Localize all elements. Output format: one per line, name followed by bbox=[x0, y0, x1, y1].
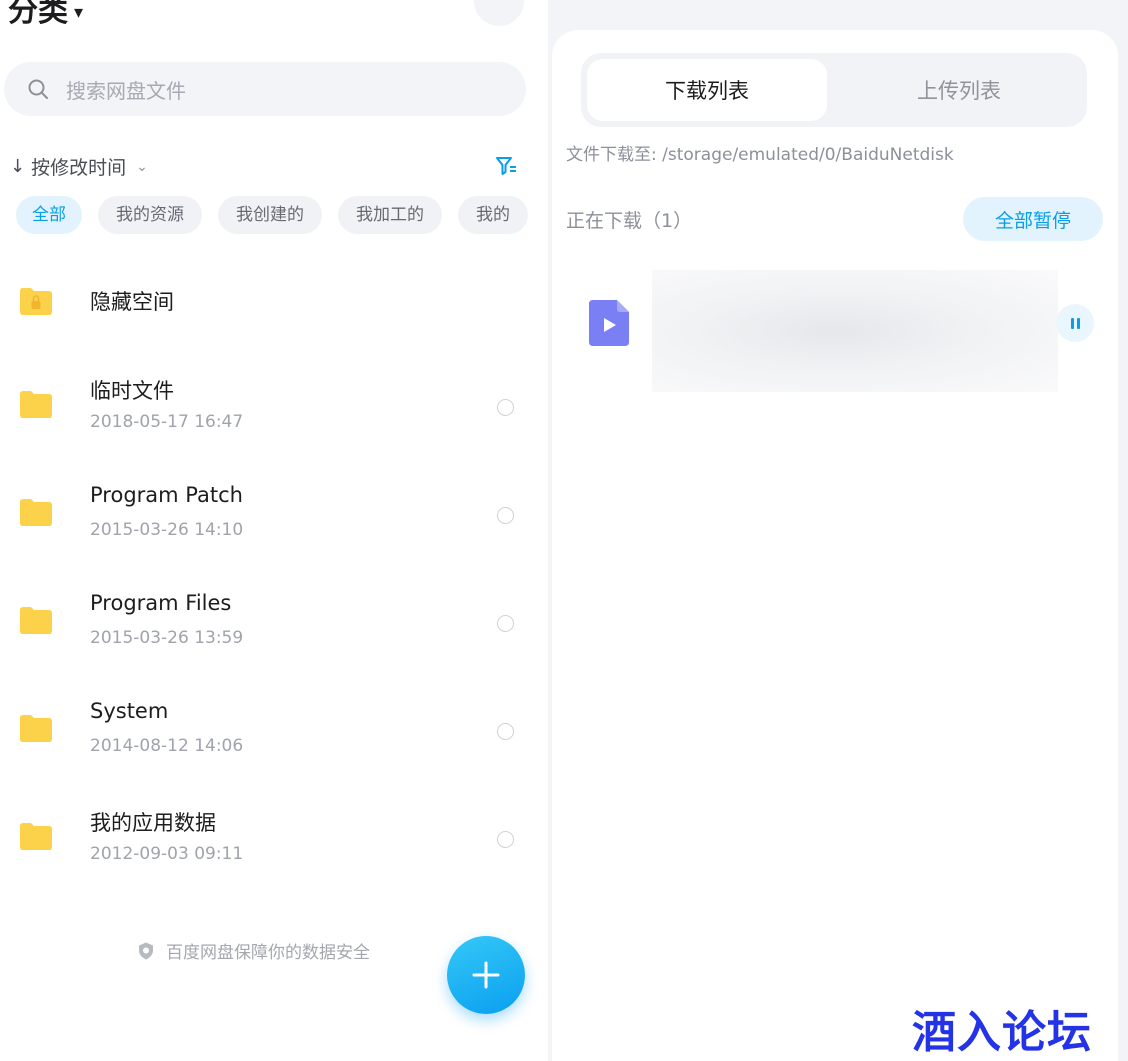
transfer-tabs: 下载列表 上传列表 bbox=[581, 53, 1087, 127]
filter-icon[interactable] bbox=[494, 154, 518, 178]
search-bar[interactable]: 搜索网盘文件 bbox=[4, 62, 526, 116]
file-date: 2015-03-26 13:59 bbox=[90, 628, 244, 648]
safety-note-text: 百度网盘保障你的数据安全 bbox=[166, 943, 370, 963]
download-path: 文件下载至: /storage/emulated/0/BaiduNetdisk bbox=[566, 145, 954, 165]
file-date: 2014-08-12 14:06 bbox=[90, 736, 244, 756]
download-item-blurred bbox=[652, 270, 1058, 392]
caret-down-icon: ▾ bbox=[74, 2, 84, 23]
select-radio[interactable] bbox=[497, 723, 514, 740]
file-name: Program Files bbox=[90, 591, 232, 615]
list-item-program-patch[interactable]: Program Patch 2015-03-26 14:10 bbox=[0, 465, 548, 565]
downloading-count: 正在下载（1） bbox=[566, 210, 693, 232]
chip-my-resources[interactable]: 我的资源 bbox=[98, 196, 202, 234]
select-radio[interactable] bbox=[497, 615, 514, 632]
file-date: 2012-09-03 09:11 bbox=[90, 844, 244, 864]
file-date: 2018-05-17 16:47 bbox=[90, 412, 244, 432]
transfer-panel: 下载列表 上传列表 文件下载至: /storage/emulated/0/Bai… bbox=[548, 0, 1128, 1061]
file-name: 我的应用数据 bbox=[90, 811, 216, 835]
file-name: 隐藏空间 bbox=[90, 290, 174, 314]
watermark: 酒入论坛 bbox=[912, 1007, 1092, 1058]
list-item-temp-files[interactable]: 临时文件 2018-05-17 16:47 bbox=[0, 357, 548, 457]
category-dropdown[interactable]: 分类 ▾ bbox=[8, 0, 83, 30]
list-item-app-data[interactable]: 我的应用数据 2012-09-03 09:11 bbox=[0, 789, 548, 889]
chip-processed[interactable]: 我加工的 bbox=[338, 196, 442, 234]
chevron-down-icon: ⌄ bbox=[136, 158, 148, 175]
folder-icon bbox=[20, 823, 52, 850]
file-name: Program Patch bbox=[90, 483, 243, 507]
file-name: System bbox=[90, 699, 169, 723]
arrow-down-icon: ↓ bbox=[10, 156, 26, 177]
tab-download-list[interactable]: 下载列表 bbox=[587, 59, 827, 121]
pause-download-button[interactable] bbox=[1056, 304, 1094, 342]
filter-chips: 全部 我的资源 我创建的 我加工的 我的 bbox=[16, 196, 548, 234]
list-item-hidden-space[interactable]: 隐藏空间 bbox=[0, 250, 548, 350]
video-file-icon bbox=[589, 300, 629, 346]
page-title: 分类 bbox=[8, 0, 68, 29]
chip-all[interactable]: 全部 bbox=[16, 196, 82, 234]
transfer-sheet: 下载列表 上传列表 文件下载至: /storage/emulated/0/Bai… bbox=[552, 30, 1118, 1061]
select-radio[interactable] bbox=[497, 831, 514, 848]
tab-upload-list[interactable]: 上传列表 bbox=[837, 59, 1081, 121]
file-list-panel: 分类▾ ··· 搜索网盘文件 ↓ 按修改时间 ⌄ 全部我的资源我创建的我加工的我… bbox=[0, 0, 548, 1061]
plus-icon bbox=[472, 961, 500, 989]
folder-icon bbox=[20, 391, 52, 418]
chip-created[interactable]: 我创建的 bbox=[218, 196, 322, 234]
lock-folder-icon bbox=[20, 288, 52, 315]
file-name: 临时文件 bbox=[90, 379, 174, 403]
chip-more[interactable]: 我的 bbox=[458, 196, 528, 234]
shield-icon bbox=[139, 942, 153, 959]
pause-icon bbox=[1069, 314, 1081, 333]
pause-all-button[interactable]: 全部暂停 bbox=[963, 197, 1103, 241]
file-date: 2015-03-26 14:10 bbox=[90, 520, 244, 540]
select-radio[interactable] bbox=[497, 507, 514, 524]
list-item-program-files[interactable]: Program Files 2015-03-26 13:59 bbox=[0, 573, 548, 673]
folder-icon bbox=[20, 715, 52, 742]
sort-label: 按修改时间 bbox=[31, 157, 127, 179]
search-icon bbox=[28, 79, 48, 99]
add-button[interactable] bbox=[447, 936, 525, 1014]
sort-selector[interactable]: ↓ 按修改时间 ⌄ bbox=[10, 153, 148, 180]
folder-icon bbox=[20, 499, 52, 526]
folder-icon bbox=[20, 607, 52, 634]
list-item-system[interactable]: System 2014-08-12 14:06 bbox=[0, 681, 548, 781]
search-input[interactable]: 搜索网盘文件 bbox=[66, 75, 186, 104]
safety-note: 百度网盘保障你的数据安全 bbox=[136, 938, 370, 963]
select-radio[interactable] bbox=[497, 399, 514, 416]
more-button[interactable]: ··· bbox=[474, 0, 524, 26]
